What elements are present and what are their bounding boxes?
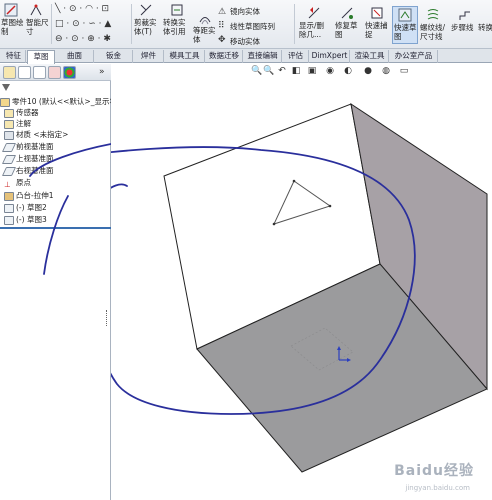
rapid-sketch-icon[interactable] bbox=[398, 8, 412, 22]
filter-icon[interactable] bbox=[2, 84, 10, 91]
tree-item-right-plane[interactable]: 右视基准面 bbox=[1, 165, 54, 176]
move-entities-label[interactable]: 移动实体 bbox=[230, 37, 260, 46]
property-manager-tab-icon[interactable] bbox=[18, 66, 31, 79]
mirror-entities-icon[interactable]: ⚠ bbox=[218, 7, 226, 17]
smart-dimension-button-label[interactable]: 智能尺 寸 bbox=[26, 18, 49, 36]
quick-snaps-icon[interactable] bbox=[370, 6, 384, 20]
repair-sketch-icon[interactable] bbox=[340, 6, 354, 20]
rectangle-tool-icon[interactable]: □ · ⊙ · ∽ · ▲ bbox=[55, 19, 111, 29]
convert-entities-icon[interactable] bbox=[170, 3, 184, 17]
quick-snaps-label[interactable]: 快速捕 捉 bbox=[365, 21, 388, 39]
rapid-sketch-label[interactable]: 快速草 图 bbox=[394, 23, 417, 41]
line-tool-icon[interactable]: ╲ · ⊙ · ◠ · ⊡ bbox=[55, 4, 109, 14]
tab-office-products[interactable]: 办公室产品 bbox=[390, 50, 438, 63]
tree-item-front-plane[interactable]: 前视基准面 bbox=[1, 141, 54, 152]
sketch-icon[interactable] bbox=[4, 3, 18, 17]
tab-surfaces[interactable]: 曲面 bbox=[56, 50, 94, 63]
trim-entities-label[interactable]: 剪裁实 体(T) bbox=[134, 18, 157, 36]
feature-tree-tab-icon[interactable] bbox=[3, 66, 16, 79]
tab-sketch[interactable]: 草图 bbox=[27, 50, 55, 64]
smart-dimension-icon[interactable] bbox=[29, 3, 43, 17]
sensor-icon bbox=[4, 108, 14, 118]
extrude-icon bbox=[4, 191, 14, 201]
tree-item-boss-extrude[interactable]: 凸台-拉伸1 bbox=[4, 190, 53, 201]
trim-entities-icon[interactable] bbox=[139, 3, 153, 17]
panel-toolbar: » bbox=[0, 64, 111, 81]
tree-item-top-plane[interactable]: 上视基准面 bbox=[1, 153, 54, 164]
tree-root-part[interactable]: 零件10 (默认<<默认>_显示状 bbox=[0, 96, 117, 107]
watermark-url: jingyan.baidu.com bbox=[405, 484, 470, 492]
offset-entities-label[interactable]: 等距实 体 bbox=[193, 26, 216, 44]
sketch-icon bbox=[4, 215, 14, 225]
tree-item-origin[interactable]: ⊥ 原点 bbox=[4, 177, 31, 189]
tab-dimxpert[interactable]: DimXpert bbox=[310, 50, 350, 63]
tree-item-sketch2[interactable]: (-) 草图2 bbox=[4, 202, 47, 213]
step-line-label[interactable]: 步骤线 bbox=[451, 23, 474, 32]
model-canvas bbox=[111, 102, 488, 473]
mirror-entities-label[interactable]: 镜向实体 bbox=[230, 7, 260, 16]
feature-manager-panel: » 零件10 (默认<<默认>_显示状 传感器 注解 材质 <未指定> 前视基准… bbox=[0, 64, 117, 500]
tree-item-annotations[interactable]: 注解 bbox=[4, 118, 31, 129]
step-line-icon[interactable] bbox=[458, 8, 472, 22]
thread-line-label[interactable]: 螺纹线/ 尺寸线 bbox=[420, 23, 445, 41]
convert-entities-label[interactable]: 转换实 体引用 bbox=[163, 18, 186, 36]
tree-item-sensors[interactable]: 传感器 bbox=[4, 107, 39, 118]
convert-label[interactable]: 转换 bbox=[478, 23, 492, 32]
tab-direct-editing[interactable]: 直接编辑 bbox=[244, 50, 282, 63]
offset-entities-icon[interactable] bbox=[198, 12, 212, 26]
command-manager-ribbon: 草图绘 制 智能尺 寸 ╲ · ⊙ · ◠ · ⊡ □ · ⊙ · ∽ · ▲ … bbox=[0, 0, 492, 49]
part-icon bbox=[0, 97, 10, 107]
plane-icon bbox=[1, 166, 17, 176]
linear-pattern-label[interactable]: 线性草图阵列 bbox=[230, 22, 275, 31]
repair-sketch-label[interactable]: 修复草 图 bbox=[335, 21, 358, 39]
tree-item-material[interactable]: 材质 <未指定> bbox=[4, 129, 68, 140]
watermark-logo: Baidu经验 bbox=[394, 463, 474, 479]
display-manager-tab-icon[interactable] bbox=[63, 66, 76, 79]
graphics-area[interactable]: 🔍 🔍 ↶ ◧ ▣ ◉ ◐ ● ◍ ▭ Baidu经验 jingyan.baid… bbox=[111, 64, 492, 500]
display-delete-relations-icon[interactable] bbox=[307, 6, 321, 20]
annotation-icon bbox=[4, 119, 14, 129]
sketch-button-label[interactable]: 草图绘 制 bbox=[1, 18, 24, 36]
tab-render-tools[interactable]: 渲染工具 bbox=[351, 50, 389, 63]
material-icon bbox=[4, 130, 14, 140]
slot-tool-icon[interactable]: ⊖ · ⊙ · ⊕ · ✱ bbox=[55, 34, 111, 44]
plane-icon bbox=[1, 154, 17, 164]
tab-evaluate[interactable]: 评估 bbox=[283, 50, 309, 63]
tree-item-sketch3[interactable]: (-) 草图3 bbox=[4, 214, 47, 225]
linear-pattern-icon[interactable]: ⠿ bbox=[218, 21, 225, 31]
origin-icon: ⊥ bbox=[4, 179, 11, 189]
tab-mold-tools[interactable]: 模具工具 bbox=[165, 50, 205, 63]
command-manager-tabs: 特征 草图 曲面 钣金 焊件 模具工具 数据迁移 直接编辑 评估 DimXper… bbox=[0, 49, 492, 64]
tab-features[interactable]: 特征 bbox=[2, 50, 26, 63]
panel-divider bbox=[0, 227, 111, 229]
move-entities-icon[interactable]: ✥ bbox=[218, 35, 226, 45]
sketch-icon bbox=[4, 203, 14, 213]
expand-panel-icon[interactable]: » bbox=[99, 67, 105, 77]
display-delete-relations-label[interactable]: 显示/删 除几... bbox=[299, 21, 324, 39]
configuration-manager-tab-icon[interactable] bbox=[33, 66, 46, 79]
thread-line-icon[interactable] bbox=[426, 8, 440, 22]
tab-sheet-metal[interactable]: 钣金 bbox=[95, 50, 133, 63]
plane-icon bbox=[1, 142, 17, 152]
tab-data-migration[interactable]: 数据迁移 bbox=[206, 50, 243, 63]
tab-weldments[interactable]: 焊件 bbox=[134, 50, 164, 63]
dimxpert-tab-icon[interactable] bbox=[48, 66, 61, 79]
